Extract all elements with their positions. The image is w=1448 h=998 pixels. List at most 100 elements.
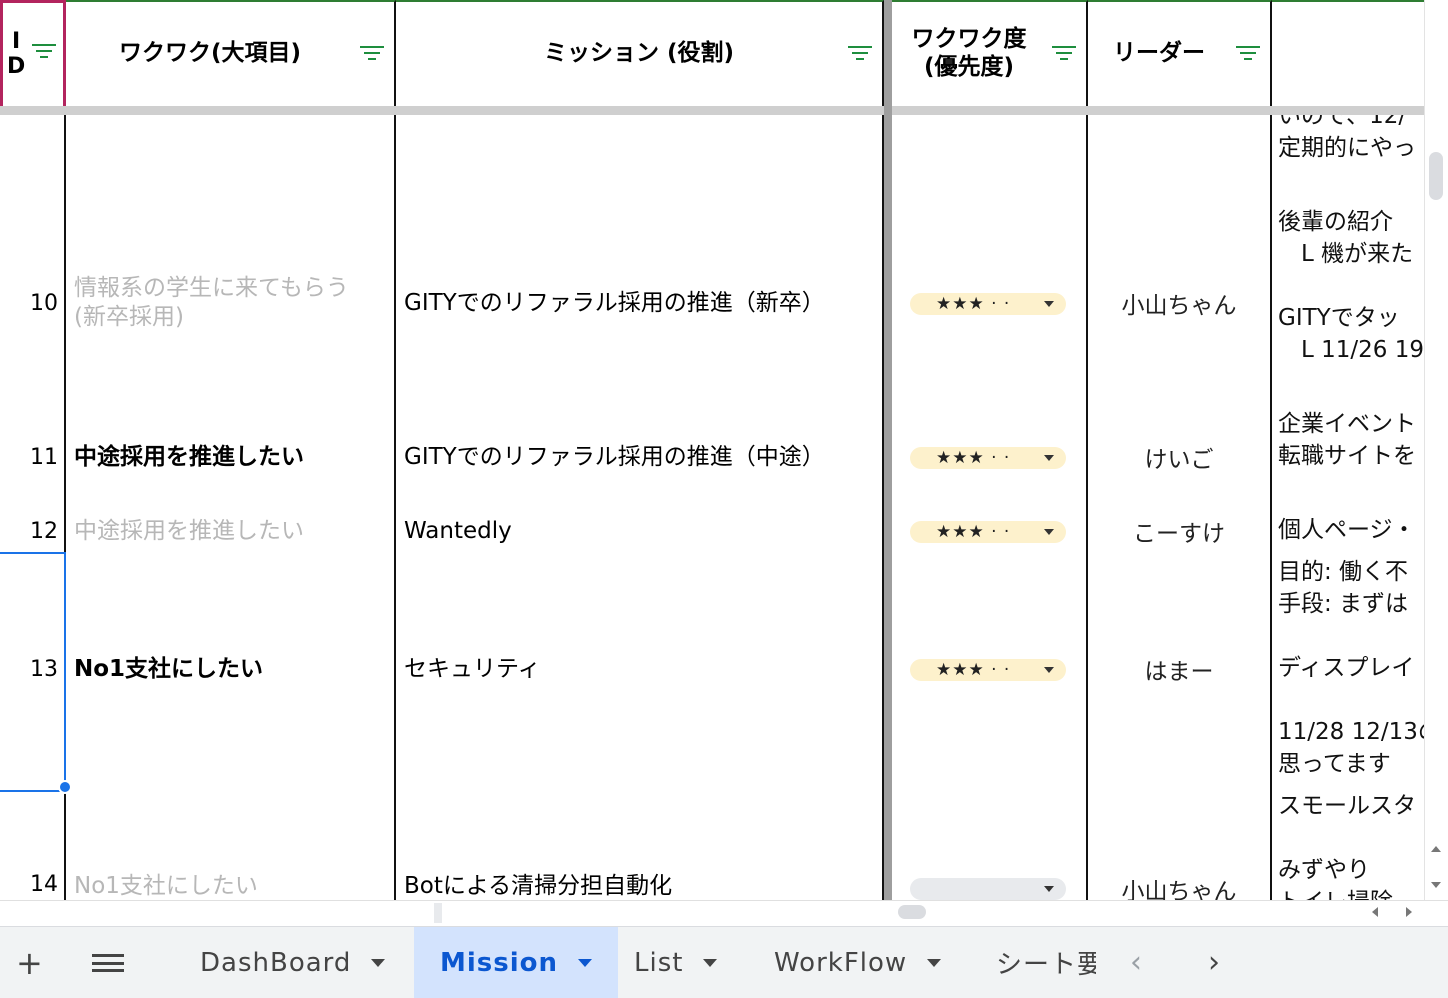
tab-scroll-left-button[interactable]: ‹: [1130, 927, 1143, 998]
header-leader-label: リーダー: [1113, 40, 1205, 67]
dropdown-arrow-icon[interactable]: [1044, 455, 1054, 461]
tab-label: Mission: [440, 947, 559, 978]
leader-cell[interactable]: 小山ちゃん: [1088, 786, 1272, 900]
waku-cell[interactable]: No1支社にしたい: [66, 786, 396, 900]
priority-cell[interactable]: [892, 114, 1088, 204]
horizontal-scroll-thumb[interactable]: [898, 905, 926, 919]
filter-icon[interactable]: [1236, 46, 1260, 60]
frozen-row-divider[interactable]: [0, 106, 1428, 115]
id-cell[interactable]: 13: [0, 552, 66, 788]
tab-label: WorkFlow: [774, 947, 908, 978]
priority-cell[interactable]: ★★★ · ·: [892, 404, 1088, 512]
priority-dropdown[interactable]: ★★★ · ·: [910, 521, 1066, 543]
frozen-column-divider[interactable]: [884, 0, 892, 900]
selection-handle[interactable]: [58, 780, 72, 794]
priority-stars: ★★★ · ·: [936, 448, 1011, 468]
vertical-scroll-thumb[interactable]: [1429, 152, 1443, 200]
waku-text: 中途採用を推進したい: [74, 443, 304, 470]
waku-cell[interactable]: 中途採用を推進したい: [66, 510, 396, 554]
leader-cell[interactable]: はまー: [1088, 552, 1272, 788]
scroll-left-icon[interactable]: [1372, 907, 1378, 917]
chevron-down-icon[interactable]: [927, 958, 942, 967]
scroll-down-icon[interactable]: [1431, 882, 1441, 888]
mission-text: GITYでのリファラル採用の推進（中途）: [404, 443, 825, 470]
row-id: 12: [30, 518, 58, 544]
filter-icon[interactable]: [32, 44, 56, 58]
scroll-up-icon[interactable]: [1431, 846, 1441, 852]
priority-stars: ★★★ · ·: [936, 660, 1011, 680]
mission-text: セキュリティ: [404, 655, 541, 682]
leader-cell[interactable]: けいご: [1088, 404, 1272, 512]
notes-cell[interactable]: スモールスタ みずやり トイレ掃除: [1272, 786, 1432, 900]
priority-dropdown[interactable]: ★★★ · ·: [910, 447, 1066, 469]
priority-cell[interactable]: ★★★ · ·: [892, 202, 1088, 406]
tab-label: List: [634, 947, 684, 978]
tab-scroll-right-button[interactable]: ›: [1208, 927, 1221, 998]
notes-cell[interactable]: 個人ページ・: [1272, 510, 1432, 554]
id-cell[interactable]: 14: [0, 786, 66, 900]
dropdown-arrow-icon[interactable]: [1044, 529, 1054, 535]
priority-cell[interactable]: ★★★ · ·: [892, 552, 1088, 788]
notes-cell[interactable]: 後輩の紹介 L 機が来た GITYでタッ L 11/26 19: [1272, 202, 1432, 406]
header-leader[interactable]: リーダー: [1088, 0, 1272, 108]
leader-text: 小山ちゃん: [1121, 293, 1237, 319]
header-waku[interactable]: ワクワク(大項目): [66, 0, 396, 108]
waku-cell[interactable]: 中途採用を推進したい: [66, 404, 396, 512]
waku-cell[interactable]: No1支社にしたい: [66, 552, 396, 788]
priority-stars: ★★★ · ·: [936, 522, 1011, 542]
mission-text: Wantedly: [404, 517, 512, 544]
leader-cell[interactable]: 小山ちゃん: [1088, 202, 1272, 406]
mission-text: Botによる清掃分担自動化: [404, 873, 673, 899]
chevron-down-icon[interactable]: [371, 958, 386, 967]
priority-dropdown[interactable]: ★★★ · ·: [910, 659, 1066, 681]
add-sheet-button[interactable]: +: [16, 927, 44, 998]
dropdown-arrow-icon[interactable]: [1044, 301, 1054, 307]
priority-dropdown[interactable]: [910, 878, 1066, 900]
horizontal-scrollbar[interactable]: [0, 900, 1448, 927]
tab-mission[interactable]: Mission: [414, 927, 619, 998]
priority-cell[interactable]: ★★★ · ·: [892, 510, 1088, 554]
tab-list[interactable]: List: [608, 927, 743, 998]
leader-cell[interactable]: [1088, 114, 1272, 204]
notes-text: 目的: 働く不 手段: まずは ディスプレイ 11/28 12/13の 思ってま…: [1278, 559, 1432, 777]
priority-cell[interactable]: [892, 786, 1088, 900]
spreadsheet-grid[interactable]: I D ワクワク(大項目) ミッション (役割) ワクワク度 (優先度) リーダ…: [0, 0, 1448, 900]
header-mission[interactable]: ミッション (役割): [396, 0, 884, 108]
id-cell[interactable]: 11: [0, 404, 66, 512]
waku-cell[interactable]: 情報系の学生に来てもらう (新卒採用): [66, 202, 396, 406]
notes-cell[interactable]: 企業イベント 転職サイトを: [1272, 404, 1432, 512]
scroll-right-icon[interactable]: [1406, 907, 1412, 917]
tab-dashboard[interactable]: DashBoard: [174, 927, 411, 998]
dropdown-arrow-icon[interactable]: [1044, 886, 1054, 892]
row-id: 10: [30, 290, 58, 316]
priority-dropdown[interactable]: ★★★ · ·: [910, 293, 1066, 315]
waku-cell[interactable]: [66, 114, 396, 204]
mission-text: GITYでのリファラル採用の推進（新卒）: [404, 289, 825, 316]
notes-cell[interactable]: いので、12/ 定期的にやっ: [1272, 114, 1432, 204]
id-cell[interactable]: [0, 114, 66, 204]
chevron-down-icon[interactable]: [578, 958, 593, 967]
id-cell[interactable]: 12: [0, 510, 66, 554]
leader-text: けいご: [1144, 447, 1214, 473]
header-priority[interactable]: ワクワク度 (優先度): [892, 0, 1088, 108]
filter-icon[interactable]: [360, 46, 384, 60]
mission-cell[interactable]: Botによる清掃分担自動化: [396, 786, 884, 900]
header-notes[interactable]: [1272, 0, 1432, 108]
mission-cell[interactable]: セキュリティ: [396, 552, 884, 788]
tab-sheet-partial[interactable]: シート要: [996, 927, 1096, 998]
notes-cell[interactable]: 目的: 働く不 手段: まずは ディスプレイ 11/28 12/13の 思ってま…: [1272, 552, 1432, 788]
filter-icon[interactable]: [848, 46, 872, 60]
mission-cell[interactable]: Wantedly: [396, 510, 884, 554]
mission-cell[interactable]: [396, 114, 884, 204]
mission-cell[interactable]: GITYでのリファラル採用の推進（中途）: [396, 404, 884, 512]
leader-cell[interactable]: こーすけ: [1088, 510, 1272, 554]
all-sheets-button[interactable]: [92, 927, 124, 998]
vertical-scrollbar[interactable]: [1424, 0, 1448, 900]
filter-icon[interactable]: [1052, 46, 1076, 60]
chevron-down-icon[interactable]: [703, 958, 718, 967]
tab-workflow[interactable]: WorkFlow: [748, 927, 967, 998]
dropdown-arrow-icon[interactable]: [1044, 667, 1054, 673]
id-cell[interactable]: 10: [0, 202, 66, 406]
mission-cell[interactable]: GITYでのリファラル採用の推進（新卒）: [396, 202, 884, 406]
all-sheets-icon: [92, 953, 124, 972]
